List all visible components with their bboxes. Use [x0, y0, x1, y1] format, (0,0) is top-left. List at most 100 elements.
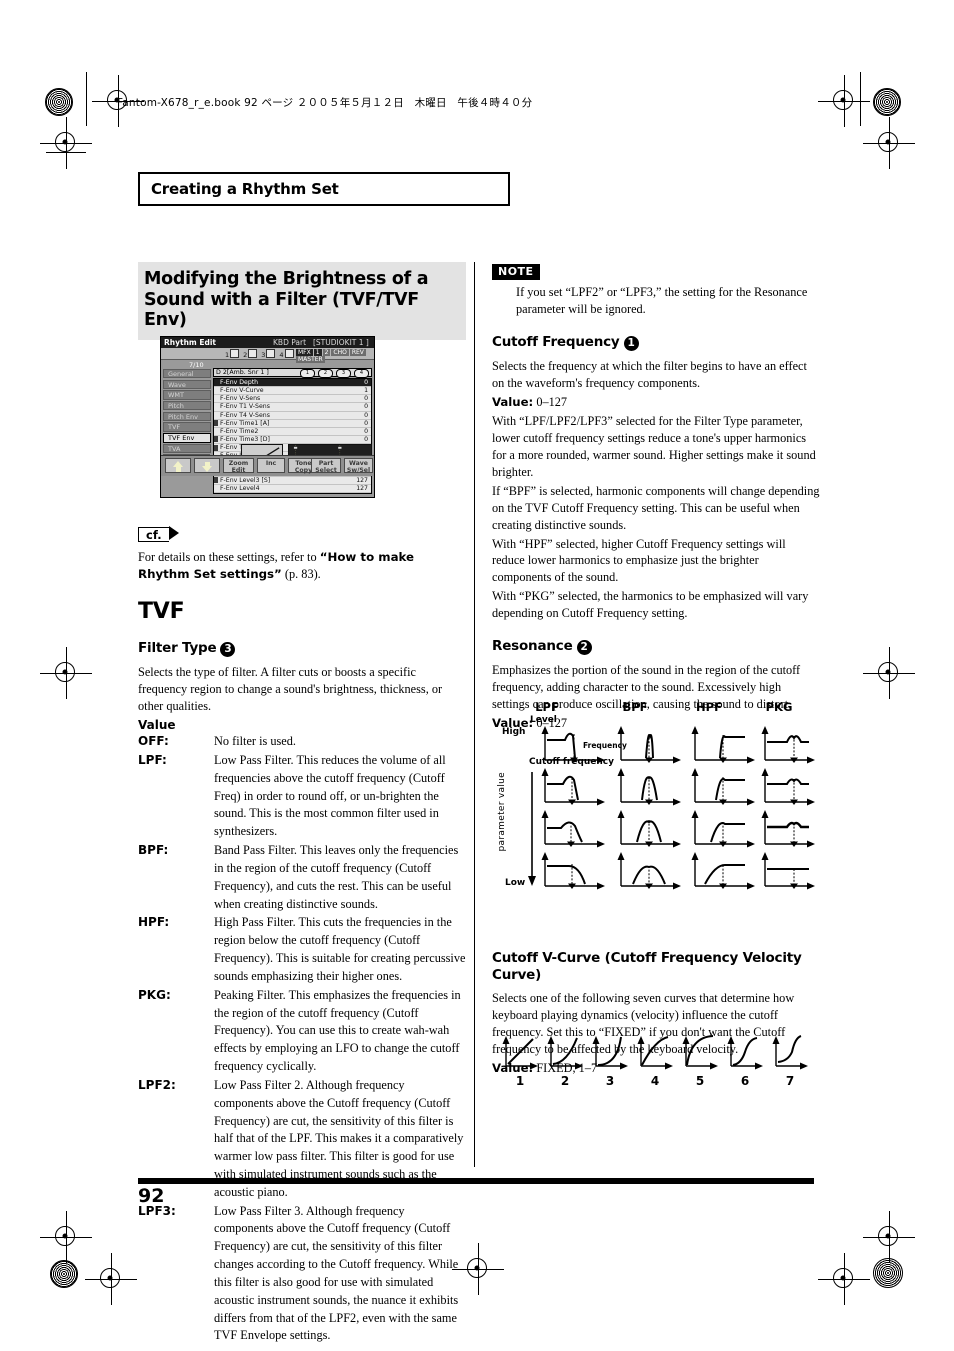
- lcd-knob-indicators: 1234: [297, 369, 369, 378]
- filter-column-header-pkg: PKG: [765, 700, 793, 714]
- chapter-title: Creating a Rhythm Set: [151, 180, 339, 198]
- cutoff-frequency-value-line: Value: 0–127: [492, 394, 820, 411]
- running-header-text: Fantom-X678_r_e.book 92 ページ ２００５年５月１２日 木…: [117, 97, 533, 109]
- table-row[interactable]: F-Env Time1 [A] 0: [214, 420, 371, 428]
- param-name: F-Env Level4: [220, 484, 260, 492]
- knob-1-icon[interactable]: 1: [300, 369, 315, 378]
- sidebar-item-tvf-env[interactable]: TVF Env: [163, 433, 211, 443]
- halftone-circle-bottom-left: [50, 1260, 78, 1288]
- knob-3-icon[interactable]: 3: [336, 369, 351, 378]
- lcd-part-bar: 1234 MFX 1 2 CHO REVMASTER: [161, 348, 374, 363]
- param-name: F-Env Time3 [D]: [220, 435, 270, 443]
- manual-page: Fantom-X678_r_e.book 92 ページ ２００５年５月１２日 木…: [0, 0, 954, 1351]
- part-1-label: 1: [225, 351, 230, 359]
- filter-column-header-lpf: LPF: [535, 700, 559, 714]
- filter-curve-bpf-3: [615, 808, 685, 848]
- param-value: 0: [364, 411, 368, 419]
- cursor-up-button[interactable]: [165, 458, 191, 473]
- fx-2-label: 2: [322, 349, 331, 356]
- filter-curve-lpf-1: [539, 724, 609, 764]
- part-1-checkbox[interactable]: [230, 349, 240, 358]
- table-row[interactable]: F-Env Depth 0: [214, 379, 371, 388]
- filter-curve-bpf-4: [615, 850, 685, 890]
- lcd-screenshot: Rhythm Edit KBD Part [STUDIOKIT 1 ] D 2 …: [160, 336, 375, 498]
- table-row[interactable]: F-Env T1 V-Sens 0: [214, 403, 371, 412]
- value-name: OFF:: [138, 734, 169, 749]
- value-description: Low Pass Filter 3. Although frequency co…: [214, 1203, 459, 1343]
- sidebar-item-tva[interactable]: TVA: [163, 443, 211, 454]
- cutoff-frequency-heading: Cutoff Frequency 1: [492, 334, 820, 352]
- part-3-label: 3: [261, 351, 266, 359]
- part-3-checkbox[interactable]: [266, 349, 276, 358]
- registration-mark-top-right: [818, 75, 870, 127]
- param-value: 0: [364, 395, 368, 403]
- filter-type-description: Selects the type of filter. A filter cut…: [138, 665, 443, 714]
- fx-1-label: 1: [313, 349, 322, 356]
- lcd-part-selectors[interactable]: 1 2 3 4: [225, 349, 298, 359]
- lcd-kbd-part-label: KBD Part: [273, 338, 307, 347]
- list-item: LPF: Low Pass Filter. This reduces the v…: [138, 752, 466, 841]
- param-name: F-Env V-Curve: [220, 387, 264, 395]
- cursor-down-button[interactable]: [194, 458, 220, 473]
- param-value: 127: [356, 484, 368, 492]
- arrow-up-icon: [173, 461, 183, 472]
- part-2-checkbox[interactable]: [248, 349, 258, 358]
- sidebar-item-wmt[interactable]: WMT: [163, 390, 211, 400]
- list-item: BPF: Band Pass Filter. This leaves only …: [138, 842, 466, 913]
- chapter-title-box: Creating a Rhythm Set: [138, 172, 510, 206]
- param-value: 0: [364, 427, 368, 435]
- sidebar-item-pitch[interactable]: Pitch: [163, 401, 211, 411]
- wave-sw-sel-button[interactable]: Wave Sw/Sel: [344, 458, 373, 474]
- filter-type-value-list: OFF: No filter is used. LPF: Low Pass Fi…: [138, 733, 466, 1345]
- filter-curve-hpf-4: [689, 850, 759, 890]
- filter-curve-pkg-2: [759, 766, 829, 806]
- velocity-curve-7: [770, 1032, 810, 1072]
- filter-curve-bpf-1: [615, 724, 685, 764]
- table-row[interactable]: F-Env Level4 127: [214, 485, 371, 493]
- list-item: OFF: No filter is used.: [138, 733, 466, 751]
- table-row[interactable]: F-Env Time2 0: [214, 428, 371, 436]
- sidebar-item-general[interactable]: General: [163, 369, 211, 379]
- cf-body: For details on these settings, refer to …: [138, 549, 466, 583]
- knob-4-icon[interactable]: 4: [354, 369, 369, 378]
- lcd-parameter-rows: F-Env Depth 0 F-Env V-Curve 1 F-Env V-Sens…: [213, 378, 372, 494]
- value-name: LPF:: [138, 752, 167, 767]
- cutoff-frequency-heading-text: Cutoff Frequency: [492, 333, 620, 350]
- part-4-checkbox[interactable]: [284, 349, 294, 358]
- filter-column-header-hpf: HPF: [696, 700, 722, 714]
- value-description: Low Pass Filter. This reduces the volume…: [214, 752, 446, 839]
- velocity-curve-3: [590, 1032, 630, 1072]
- filter-curve-bpf-2: [615, 766, 685, 806]
- row-marker-icon: [214, 477, 218, 484]
- filter-response-figure: LPF BPF HPF PKG Level High Low Frequency…: [497, 700, 817, 896]
- table-row[interactable]: F-Env Level3 [S] 127: [214, 477, 371, 485]
- registration-mark-right-middle: [863, 647, 915, 699]
- header-rule-right: [860, 72, 861, 126]
- velocity-curve-4: [635, 1032, 675, 1072]
- cf-text-before: For details on these settings, refer to: [138, 549, 320, 564]
- zoom-edit-button[interactable]: Zoom Edit: [223, 458, 254, 474]
- cutoff-frequency-para-4: With “PKG” selected, the harmonics to be…: [492, 589, 809, 621]
- inc-button[interactable]: Inc: [257, 458, 285, 473]
- table-row[interactable]: F-Env T4 V-Sens 0: [214, 412, 371, 420]
- param-value: 0: [364, 419, 368, 427]
- note-badge: NOTE: [492, 264, 540, 280]
- filter-curve-lpf-4: [539, 850, 609, 890]
- filter-curve-hpf-1: [689, 724, 759, 764]
- filter-curve-pkg-3: [759, 808, 829, 848]
- velocity-curve-number-7: 7: [785, 1074, 795, 1088]
- value-name: LPF3:: [138, 1203, 176, 1218]
- lcd-soft-button-bar: Zoom Edit Inc Tone Copy Part Select Part…: [161, 455, 374, 476]
- table-row[interactable]: F-Env V-Sens 0: [214, 395, 371, 404]
- table-row[interactable]: F-Env Time3 [D] 0: [214, 435, 371, 445]
- sidebar-item-wave[interactable]: Wave: [163, 379, 211, 390]
- param-name: F-Env V-Sens: [220, 395, 261, 403]
- resonance-heading-text: Resonance: [492, 638, 573, 655]
- sidebar-item-pitch-env[interactable]: Pitch Env: [163, 411, 211, 422]
- table-row[interactable]: F-Env V-Curve 1: [214, 387, 371, 396]
- sidebar-item-tvf[interactable]: TVF: [163, 422, 211, 432]
- part-select-final[interactable]: Part Select: [311, 458, 341, 474]
- filter-type-heading-text: Filter Type: [138, 640, 217, 657]
- knob-2-icon[interactable]: 2: [318, 369, 333, 378]
- cf-tag-arrow-icon: [168, 525, 179, 540]
